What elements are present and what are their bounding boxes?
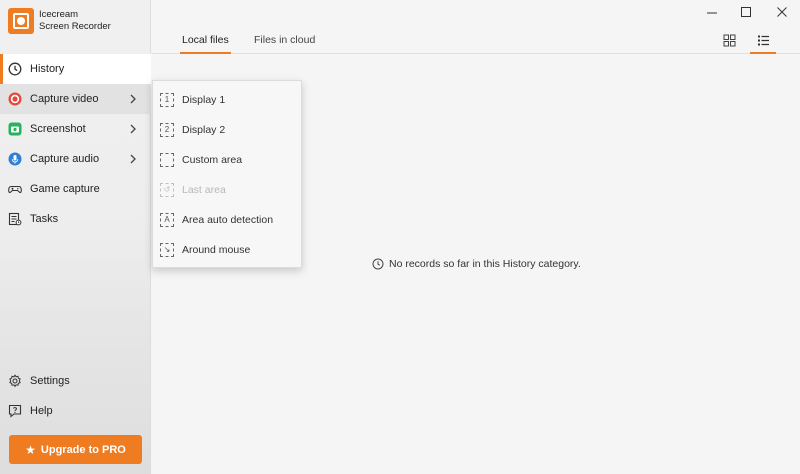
menu-item-label: Last area <box>182 184 226 196</box>
menu-item-area-auto-detection[interactable]: A Area auto detection <box>153 205 301 235</box>
tab-local-files[interactable]: Local files <box>180 28 231 54</box>
menu-item-display-1[interactable]: 1 Display 1 <box>153 85 301 115</box>
sidebar-item-game-capture[interactable]: Game capture <box>0 174 151 204</box>
grid-view-button[interactable] <box>716 28 742 52</box>
sidebar-item-label: History <box>30 63 65 75</box>
app-title: Icecream Screen Recorder <box>39 9 111 33</box>
chevron-right-icon <box>130 124 136 134</box>
menu-item-label: Area auto detection <box>182 214 274 226</box>
menu-item-last-area: ↺ Last area <box>153 175 301 205</box>
upgrade-label: Upgrade to PRO <box>40 443 126 456</box>
top-bar: Local files Files in cloud <box>152 0 800 54</box>
sidebar-item-label: Capture audio <box>30 153 100 165</box>
clock-icon <box>372 258 384 270</box>
chevron-right-icon <box>130 154 136 164</box>
grid-view-icon <box>723 34 735 46</box>
tab-files-in-cloud[interactable]: Files in cloud <box>254 28 315 54</box>
menu-item-label: Around mouse <box>182 244 251 256</box>
gamepad-icon <box>8 182 22 196</box>
menu-item-label: Display 1 <box>182 94 226 106</box>
close-button[interactable] <box>772 4 792 20</box>
maximize-icon <box>741 7 751 17</box>
sidebar-item-help[interactable]: Help <box>0 396 151 426</box>
sidebar-item-settings[interactable]: Settings <box>0 366 151 396</box>
menu-item-label: Custom area <box>182 154 243 166</box>
sidebar-item-tasks[interactable]: Tasks <box>0 204 151 234</box>
camera-icon <box>8 122 22 136</box>
display-2-icon: 2 <box>160 123 174 137</box>
minimize-icon <box>707 12 717 14</box>
tasks-icon <box>8 212 22 226</box>
app-title-line2: Screen Recorder <box>39 21 111 32</box>
sidebar-item-label: Tasks <box>30 213 59 225</box>
minimize-button[interactable] <box>702 4 722 20</box>
brand: Icecream Screen Recorder <box>8 7 111 35</box>
microphone-icon <box>8 152 22 166</box>
last-area-icon: ↺ <box>160 183 174 197</box>
around-mouse-icon: ↘ <box>160 243 174 257</box>
tab-label: Local files <box>182 34 229 46</box>
sidebar-bottom-nav: Settings Help <box>0 366 151 426</box>
sidebar: Icecream Screen Recorder History Capture… <box>0 0 151 474</box>
sidebar-item-label: Capture video <box>30 93 99 105</box>
sidebar-item-label: Help <box>30 405 53 417</box>
sidebar-item-capture-audio[interactable]: Capture audio <box>0 144 151 174</box>
sidebar-item-label: Settings <box>30 375 70 387</box>
sidebar-nav: History Capture video Screenshot Capture… <box>0 54 151 234</box>
list-view-icon <box>757 35 769 45</box>
chevron-right-icon <box>130 94 136 104</box>
menu-item-custom-area[interactable]: Custom area <box>153 145 301 175</box>
display-1-icon: 1 <box>160 93 174 107</box>
icecream-logo-icon <box>8 8 34 34</box>
menu-item-label: Display 2 <box>182 124 226 136</box>
list-view-button[interactable] <box>750 28 776 54</box>
close-icon <box>777 7 787 17</box>
help-icon <box>8 404 22 418</box>
capture-video-menu: 1 Display 1 2 Display 2 Custom area ↺ La… <box>152 80 302 268</box>
star-icon: ★ <box>25 442 36 457</box>
tab-label: Files in cloud <box>254 34 316 46</box>
sidebar-item-capture-video[interactable]: Capture video <box>0 84 151 114</box>
sidebar-item-label: Game capture <box>30 183 100 195</box>
custom-area-icon <box>160 153 174 167</box>
menu-item-around-mouse[interactable]: ↘ Around mouse <box>153 235 301 265</box>
auto-detection-icon: A <box>160 213 174 227</box>
gear-icon <box>8 374 22 388</box>
sidebar-item-label: Screenshot <box>30 123 86 135</box>
upgrade-button[interactable]: ★ Upgrade to PRO <box>9 435 142 464</box>
sidebar-item-screenshot[interactable]: Screenshot <box>0 114 151 144</box>
record-icon <box>8 92 22 106</box>
menu-item-display-2[interactable]: 2 Display 2 <box>153 115 301 145</box>
clock-icon <box>8 62 22 76</box>
empty-state-text: No records so far in this History catego… <box>389 258 581 270</box>
empty-state-message: No records so far in this History catego… <box>372 258 581 270</box>
sidebar-item-history[interactable]: History <box>0 54 151 84</box>
maximize-button[interactable] <box>736 4 756 20</box>
app-title-line1: Icecream <box>39 9 79 20</box>
